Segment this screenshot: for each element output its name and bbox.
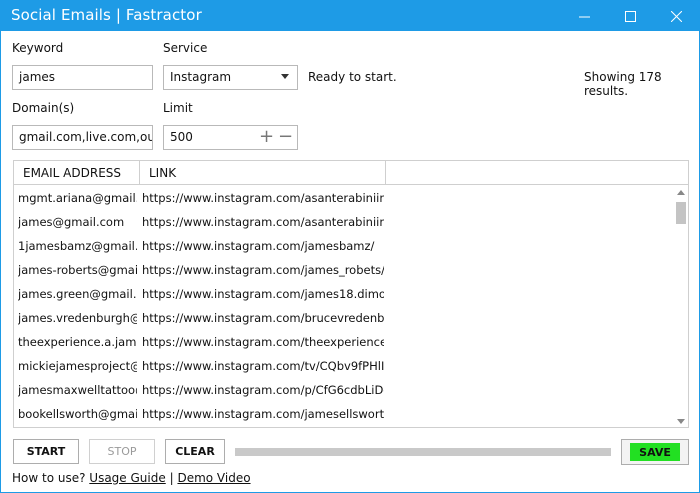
footer-separator: | (169, 471, 174, 485)
vertical-scrollbar[interactable] (674, 186, 688, 427)
table-row[interactable]: mickiejamesproject@g https://www.instagr… (14, 354, 674, 378)
table-row[interactable]: james.green@gmail.cc https://www.instagr… (14, 282, 674, 306)
table-row[interactable]: jamesmaxwelltattoo@ https://www.instagra… (14, 378, 674, 402)
domains-input[interactable]: gmail.com,live.com,outlook (12, 125, 153, 150)
table-header: EMAIL ADDRESS LINK (14, 161, 688, 185)
scroll-down-icon[interactable] (677, 419, 685, 424)
link-cell: https://www.instagram.com/asanterabiniim… (142, 215, 384, 229)
link-cell: https://www.instagram.com/p/CfG6cdbLiDo/ (142, 383, 384, 397)
email-cell: james.green@gmail.cc (18, 287, 137, 301)
increment-button[interactable]: + (259, 128, 274, 146)
table-row[interactable]: james-roberts@gmail. https://www.instagr… (14, 258, 674, 282)
email-cell: 1jamesbamz@gmail.co (18, 239, 137, 253)
close-button[interactable] (653, 1, 699, 31)
scroll-up-icon[interactable] (677, 190, 685, 195)
results-count: Showing 178 results. (584, 70, 662, 98)
table-row[interactable]: 1jamesbamz@gmail.co https://www.instagra… (14, 234, 674, 258)
help-prefix: How to use? (12, 471, 86, 485)
demo-video-link[interactable]: Demo Video (177, 471, 250, 485)
start-button[interactable]: START (13, 439, 79, 464)
column-header-email[interactable]: EMAIL ADDRESS (14, 161, 140, 185)
table-row[interactable]: theexperience.a.james https://www.instag… (14, 330, 674, 354)
title-bar: Social Emails | Fastractor (1, 1, 699, 31)
email-cell: james@gmail.com (18, 215, 125, 229)
link-cell: https://www.instagram.com/theexperienceb… (142, 335, 384, 349)
email-cell: james.vredenburgh@g (18, 311, 137, 325)
link-cell: https://www.instagram.com/james_robets/ (142, 263, 384, 277)
minimize-button[interactable] (561, 1, 607, 31)
table-row[interactable]: james.vredenburgh@g https://www.instagra… (14, 306, 674, 330)
email-cell: bookellsworth@gmail. (18, 407, 137, 421)
table-row[interactable]: bookellsworth@gmail. https://www.instagr… (14, 402, 674, 426)
close-icon (670, 10, 682, 22)
usage-guide-link[interactable]: Usage Guide (89, 471, 165, 485)
keyword-input[interactable]: james (12, 65, 153, 90)
email-cell: mickiejamesproject@g (18, 359, 137, 373)
service-select-value: Instagram (170, 70, 232, 84)
link-cell: https://www.instagram.com/james18.dimond… (142, 287, 384, 301)
table-row[interactable]: mgmt.ariana@gmail.co https://www.instagr… (14, 186, 674, 210)
decrement-button[interactable]: − (278, 128, 293, 146)
service-select[interactable]: Instagram (163, 65, 298, 90)
email-cell: jamesmaxwelltattoo@ (18, 383, 137, 397)
keyword-label: Keyword (12, 41, 64, 55)
maximize-button[interactable] (607, 1, 653, 31)
link-cell: https://www.instagram.com/brucevredenbur… (142, 311, 384, 325)
app-window: Social Emails | Fastractor Keyword james… (0, 0, 700, 493)
minimize-icon (578, 16, 590, 17)
column-header-link[interactable]: LINK (140, 161, 386, 185)
limit-value: 500 (170, 130, 193, 144)
status-text: Ready to start. (308, 70, 397, 84)
stop-button[interactable]: STOP (89, 439, 155, 464)
limit-label: Limit (163, 101, 193, 115)
save-button[interactable]: SAVE (621, 439, 689, 465)
scrollbar-thumb[interactable] (676, 202, 686, 224)
table-body: mgmt.ariana@gmail.co https://www.instagr… (14, 186, 674, 427)
email-cell: mgmt.ariana@gmail.co (18, 191, 137, 205)
table-row[interactable]: james@gmail.com https://www.instagram.co… (14, 210, 674, 234)
clear-button[interactable]: CLEAR (165, 439, 225, 464)
window-title: Social Emails | Fastractor (11, 6, 202, 24)
link-cell: https://www.instagram.com/asanterabiniim… (142, 191, 384, 205)
link-cell: https://www.instagram.com/tv/CQbv9fPHlI4… (142, 359, 384, 373)
progress-bar (235, 448, 611, 456)
save-button-label: SAVE (630, 443, 680, 461)
footer-help: How to use? Usage Guide | Demo Video (12, 471, 251, 485)
email-cell: theexperience.a.james (18, 335, 137, 349)
dropdown-arrow-icon (281, 74, 289, 79)
domains-label: Domain(s) (12, 101, 75, 115)
link-cell: https://www.instagram.com/jamesellsworth… (142, 407, 384, 421)
results-table: EMAIL ADDRESS LINK mgmt.ariana@gmail.co … (13, 160, 689, 428)
email-cell: james-roberts@gmail. (18, 263, 137, 277)
link-cell: https://www.instagram.com/jamesbamz/ (142, 239, 375, 253)
maximize-icon (624, 10, 636, 22)
service-label: Service (163, 41, 208, 55)
